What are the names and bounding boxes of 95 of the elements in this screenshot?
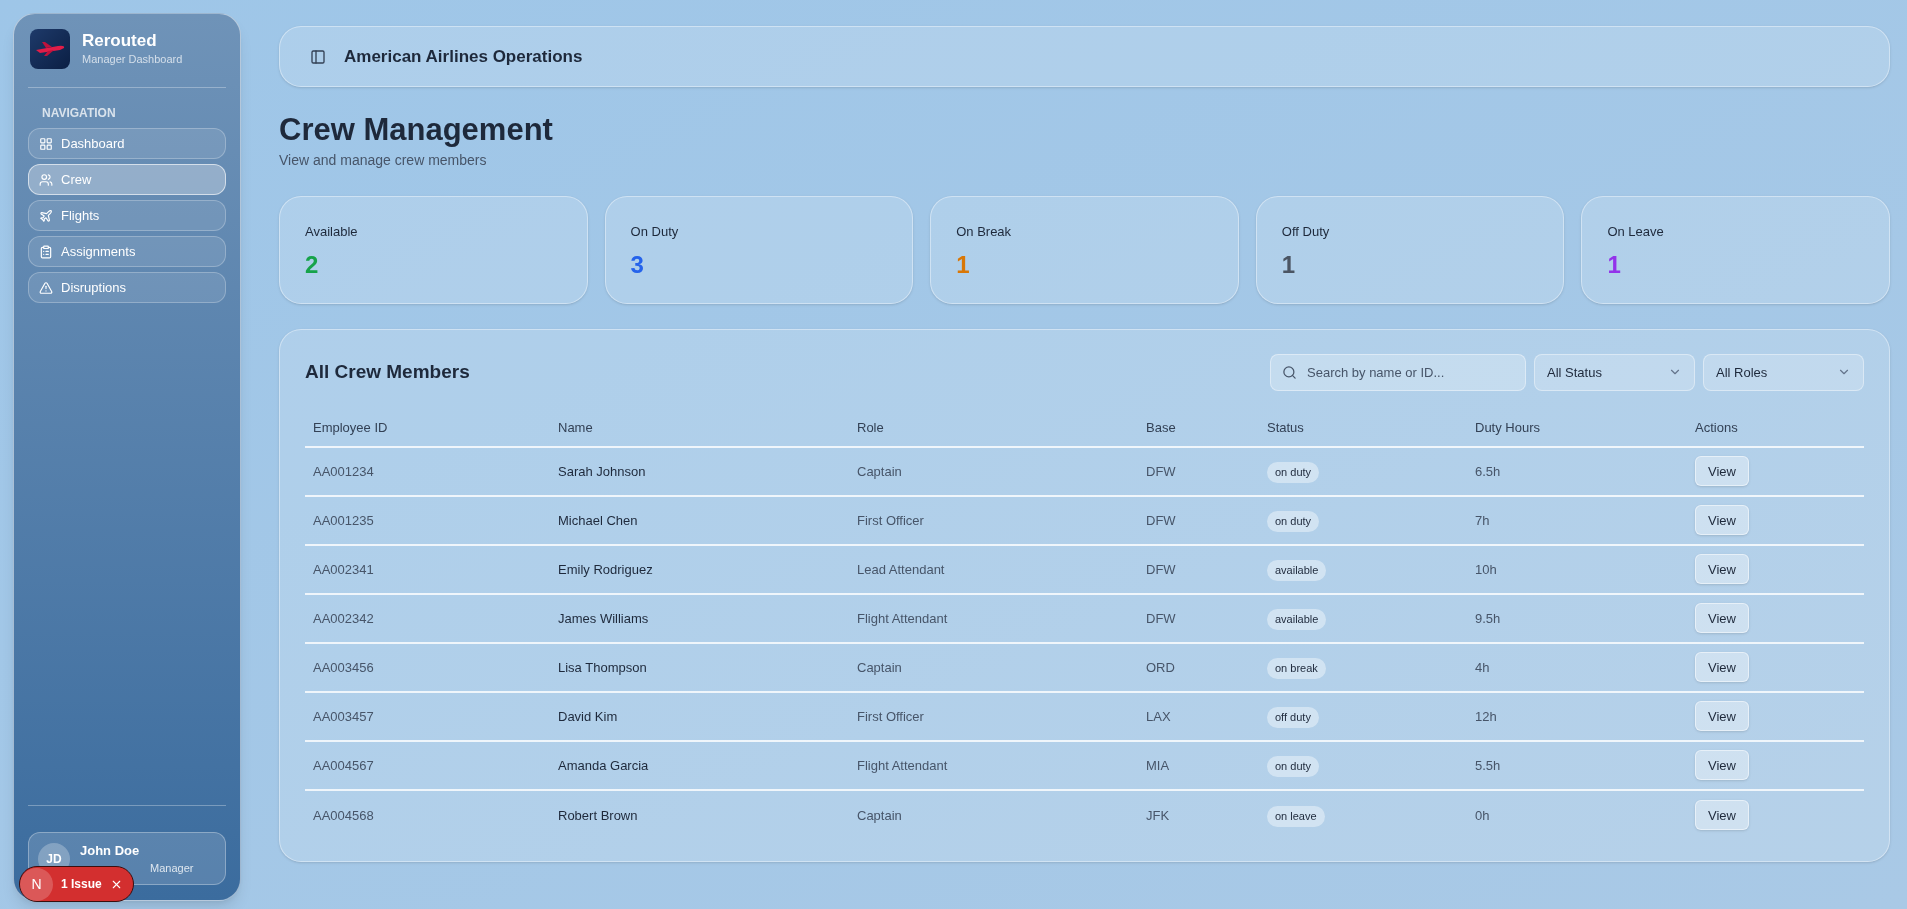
stat-label: Off Duty <box>1281 222 1330 241</box>
view-button[interactable]: View <box>1695 505 1749 536</box>
column-header: Name <box>558 420 593 436</box>
table-cell: Captain <box>857 808 902 824</box>
table-cell: MIA <box>1146 758 1170 774</box>
stat-value: 1 <box>1607 250 1621 281</box>
brand-subtitle: Manager Dashboard <box>82 52 183 68</box>
table-cell: Lisa Thompson <box>558 660 647 676</box>
table-cell: AA003456 <box>313 660 374 676</box>
table-cell: DFW <box>1146 464 1176 480</box>
table-cell: AA001235 <box>313 513 374 529</box>
column-header: Actions <box>1695 420 1738 436</box>
view-button[interactable]: View <box>1695 750 1749 781</box>
page-title: Crew Management <box>279 111 553 149</box>
table-cell: Captain <box>857 660 902 676</box>
stat-label: On Leave <box>1607 222 1664 241</box>
table-cell: First Officer <box>857 709 924 725</box>
table-cell: 0h <box>1475 808 1490 824</box>
stat-value: 1 <box>1281 250 1296 281</box>
column-header: Role <box>857 420 884 436</box>
table-cell: Flight Attendant <box>857 611 948 627</box>
status-badge: on leave <box>1267 806 1325 827</box>
table-cell: 5.5h <box>1475 758 1501 774</box>
table-cell: David Kim <box>558 709 618 725</box>
status-badge: available <box>1267 560 1327 581</box>
table-cell: LAX <box>1146 709 1171 725</box>
column-header: Employee ID <box>313 420 388 436</box>
view-button[interactable]: View <box>1695 800 1749 831</box>
table-cell: DFW <box>1146 513 1176 529</box>
table-cell: 12h <box>1475 709 1497 725</box>
table-cell: Emily Rodriguez <box>558 562 653 578</box>
stat-value: 2 <box>305 250 319 281</box>
table-cell: James Williams <box>558 611 649 627</box>
table-cell: AA004567 <box>313 758 374 774</box>
column-header: Status <box>1267 420 1304 436</box>
stat-value: 3 <box>630 250 644 281</box>
issue-toast[interactable]: N 1 Issue <box>19 866 134 902</box>
view-button[interactable]: View <box>1695 554 1749 585</box>
table-cell: 9.5h <box>1475 611 1501 627</box>
status-badge: off duty <box>1267 707 1319 728</box>
table-cell: Michael Chen <box>558 513 638 529</box>
brand-name: Rerouted <box>82 30 158 52</box>
table-cell: AA001234 <box>313 464 374 480</box>
column-header: Duty Hours <box>1475 420 1541 436</box>
view-button[interactable]: View <box>1695 701 1749 732</box>
issue-letter-badge: N <box>20 867 53 901</box>
page-subtitle: View and manage crew members <box>279 150 487 170</box>
table-cell: Sarah Johnson <box>558 464 646 480</box>
search-icon <box>1282 364 1297 380</box>
table-cell: First Officer <box>857 513 924 529</box>
stat-label: On Break <box>956 222 1012 241</box>
table-cell: ORD <box>1146 660 1175 676</box>
user-name: John Doe <box>80 841 141 860</box>
clipboard-icon <box>39 244 53 259</box>
view-button[interactable]: View <box>1695 652 1749 683</box>
view-button[interactable]: View <box>1695 456 1749 487</box>
status-badge: on duty <box>1267 756 1320 777</box>
table-cell: 10h <box>1475 562 1497 578</box>
status-badge: on duty <box>1267 462 1320 483</box>
table-cell: Lead Attendant <box>857 562 945 578</box>
grid-icon <box>39 136 53 151</box>
filter-dropdown[interactable]: All Roles <box>1703 353 1864 391</box>
table-cell: 6.5h <box>1475 464 1501 480</box>
table-cell: Robert Brown <box>558 808 638 824</box>
table-cell: Captain <box>857 464 902 480</box>
status-badge: on break <box>1267 658 1326 679</box>
table-cell: Amanda Garcia <box>558 758 649 774</box>
table-cell: AA002342 <box>313 611 374 627</box>
column-header: Base <box>1146 420 1176 436</box>
table-cell: DFW <box>1146 611 1176 627</box>
table-cell: AA002341 <box>313 562 374 578</box>
table-cell: AA003457 <box>313 709 374 725</box>
airplane-logo <box>30 29 70 69</box>
status-badge: on duty <box>1267 511 1320 532</box>
table-cell: DFW <box>1146 562 1176 578</box>
sidebar-toggle-icon[interactable] <box>310 48 326 65</box>
table-title: All Crew Members <box>305 360 470 384</box>
search-field[interactable]: Search by name or ID... <box>1270 353 1526 391</box>
stat-label: On Duty <box>630 222 679 241</box>
user-role: Manager <box>149 861 194 876</box>
table-cell: 4h <box>1475 660 1490 676</box>
table-cell: JFK <box>1146 808 1170 824</box>
plane-icon <box>39 208 53 223</box>
table-cell: AA004568 <box>313 808 374 824</box>
filter-dropdown[interactable]: All Status <box>1534 353 1695 391</box>
warning-icon <box>39 280 53 295</box>
status-badge: available <box>1267 609 1327 630</box>
nav-heading: NAVIGATION <box>41 105 117 122</box>
view-button[interactable]: View <box>1695 603 1749 634</box>
users-icon <box>39 172 53 187</box>
table-cell: Flight Attendant <box>857 758 948 774</box>
header-title: American Airlines Operations <box>344 45 583 68</box>
table-cell: 7h <box>1475 513 1490 529</box>
stat-label: Available <box>305 222 358 241</box>
stat-value: 1 <box>956 250 970 281</box>
